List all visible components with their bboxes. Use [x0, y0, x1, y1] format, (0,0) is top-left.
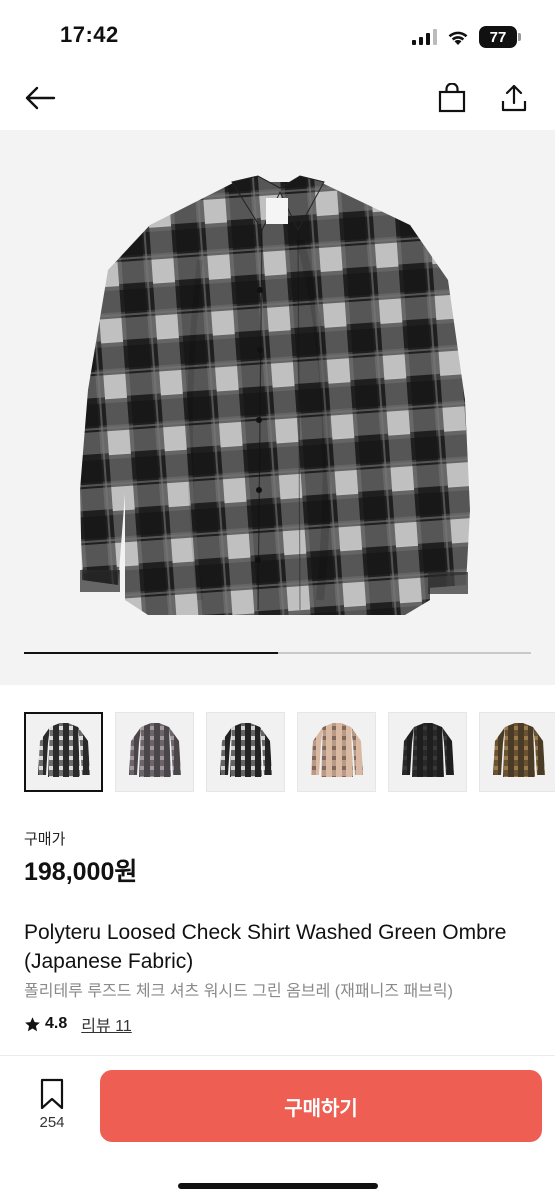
status-icons: 77	[412, 24, 521, 50]
thumb-beige-check[interactable]	[297, 712, 376, 792]
thumb-black-white-check[interactable]	[24, 712, 103, 792]
share-button[interactable]	[494, 78, 534, 118]
home-indicator	[178, 1183, 378, 1189]
rating-value: 4.8	[45, 1015, 68, 1032]
product-price: 198,000원	[24, 858, 138, 886]
battery-indicator: 77	[479, 26, 521, 48]
gallery-progress-track	[24, 652, 531, 654]
back-button[interactable]	[20, 78, 60, 118]
thumbnail-image	[310, 723, 363, 777]
thumbnail-image	[219, 723, 272, 777]
product-title-ko: 폴리테루 루즈드 체크 셔츠 워시드 그린 옴브레 (재패니즈 패브릭)	[24, 983, 453, 1000]
divider	[0, 1055, 555, 1056]
bookmark-icon	[40, 1078, 64, 1110]
thumb-grey-check[interactable]	[115, 712, 194, 792]
thumbnail-image	[128, 723, 181, 777]
star-icon	[25, 1016, 40, 1031]
wish-button[interactable]: 254	[24, 1078, 80, 1131]
thumbnail-image	[401, 723, 454, 777]
thumbnail-strip	[24, 712, 555, 792]
thumb-black-solid[interactable]	[388, 712, 467, 792]
thumbnail-image	[37, 723, 90, 777]
wifi-icon	[448, 31, 468, 45]
price-label: 구매가	[24, 831, 66, 848]
wish-count: 254	[39, 1114, 65, 1131]
rating-row: 4.8 리뷰 11	[24, 1012, 132, 1036]
nav-bar	[0, 70, 555, 130]
thumb-olive-check[interactable]	[479, 712, 555, 792]
product-image-gallery[interactable]	[0, 130, 555, 685]
status-time: 17:42	[60, 22, 119, 47]
cart-button[interactable]	[432, 78, 472, 118]
arrow-left-icon	[25, 86, 56, 110]
thumb-black-white-check-2[interactable]	[206, 712, 285, 792]
status-bar: 17:42 77	[0, 0, 555, 70]
gallery-progress-fill	[24, 652, 278, 654]
cellular-signal-icon	[412, 29, 437, 45]
product-image	[80, 175, 470, 615]
product-title-en: Polyteru Loosed Check Shirt Washed Green…	[24, 921, 507, 973]
buy-button[interactable]: 구매하기	[100, 1070, 542, 1142]
thumbnail-image	[492, 723, 545, 777]
shopping-bag-icon	[438, 83, 466, 113]
review-link[interactable]: 리뷰 11	[81, 1012, 132, 1036]
share-icon	[501, 84, 527, 112]
